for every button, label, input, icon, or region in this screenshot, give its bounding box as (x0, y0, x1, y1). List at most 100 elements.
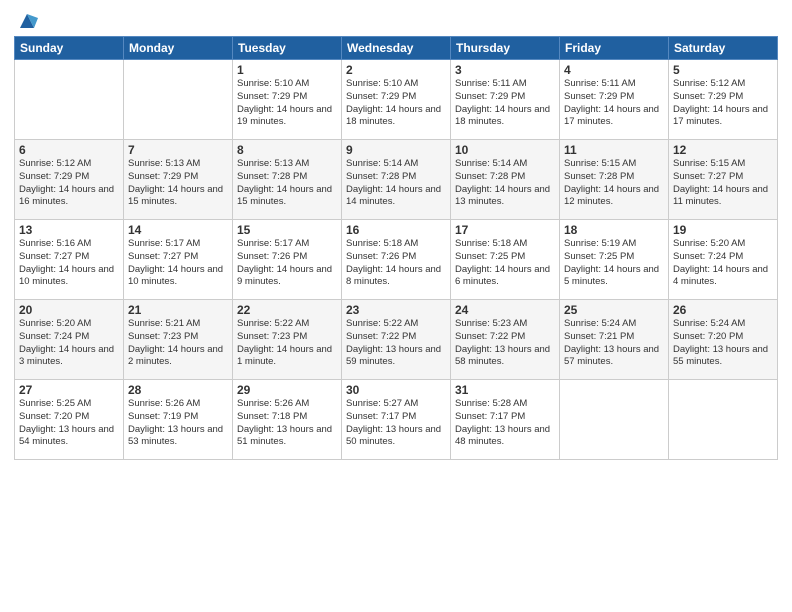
weekday-header-sunday: Sunday (15, 37, 124, 60)
day-number: 4 (564, 63, 664, 77)
day-number: 23 (346, 303, 446, 317)
calendar-week-4: 20Sunrise: 5:20 AM Sunset: 7:24 PM Dayli… (15, 300, 778, 380)
calendar-cell: 20Sunrise: 5:20 AM Sunset: 7:24 PM Dayli… (15, 300, 124, 380)
day-number: 5 (673, 63, 773, 77)
day-number: 21 (128, 303, 228, 317)
day-info: Sunrise: 5:22 AM Sunset: 7:23 PM Dayligh… (237, 318, 337, 369)
calendar-cell: 16Sunrise: 5:18 AM Sunset: 7:26 PM Dayli… (342, 220, 451, 300)
day-number: 6 (19, 143, 119, 157)
day-info: Sunrise: 5:15 AM Sunset: 7:27 PM Dayligh… (673, 158, 773, 209)
day-info: Sunrise: 5:16 AM Sunset: 7:27 PM Dayligh… (19, 238, 119, 289)
calendar-week-5: 27Sunrise: 5:25 AM Sunset: 7:20 PM Dayli… (15, 380, 778, 460)
calendar-cell: 15Sunrise: 5:17 AM Sunset: 7:26 PM Dayli… (233, 220, 342, 300)
day-info: Sunrise: 5:14 AM Sunset: 7:28 PM Dayligh… (346, 158, 446, 209)
day-info: Sunrise: 5:21 AM Sunset: 7:23 PM Dayligh… (128, 318, 228, 369)
weekday-header-monday: Monday (124, 37, 233, 60)
day-info: Sunrise: 5:24 AM Sunset: 7:21 PM Dayligh… (564, 318, 664, 369)
weekday-header-row: SundayMondayTuesdayWednesdayThursdayFrid… (15, 37, 778, 60)
day-number: 8 (237, 143, 337, 157)
logo-block (14, 10, 38, 28)
day-number: 14 (128, 223, 228, 237)
weekday-header-thursday: Thursday (451, 37, 560, 60)
weekday-header-wednesday: Wednesday (342, 37, 451, 60)
calendar-week-3: 13Sunrise: 5:16 AM Sunset: 7:27 PM Dayli… (15, 220, 778, 300)
calendar-cell: 17Sunrise: 5:18 AM Sunset: 7:25 PM Dayli… (451, 220, 560, 300)
calendar-cell: 25Sunrise: 5:24 AM Sunset: 7:21 PM Dayli… (560, 300, 669, 380)
day-number: 11 (564, 143, 664, 157)
calendar-cell: 11Sunrise: 5:15 AM Sunset: 7:28 PM Dayli… (560, 140, 669, 220)
calendar-cell: 2Sunrise: 5:10 AM Sunset: 7:29 PM Daylig… (342, 60, 451, 140)
day-number: 29 (237, 383, 337, 397)
calendar-cell: 12Sunrise: 5:15 AM Sunset: 7:27 PM Dayli… (669, 140, 778, 220)
day-info: Sunrise: 5:20 AM Sunset: 7:24 PM Dayligh… (673, 238, 773, 289)
calendar-cell: 19Sunrise: 5:20 AM Sunset: 7:24 PM Dayli… (669, 220, 778, 300)
calendar-cell: 6Sunrise: 5:12 AM Sunset: 7:29 PM Daylig… (15, 140, 124, 220)
day-info: Sunrise: 5:12 AM Sunset: 7:29 PM Dayligh… (673, 78, 773, 129)
day-number: 31 (455, 383, 555, 397)
day-number: 18 (564, 223, 664, 237)
calendar-cell (560, 380, 669, 460)
calendar-cell: 18Sunrise: 5:19 AM Sunset: 7:25 PM Dayli… (560, 220, 669, 300)
day-info: Sunrise: 5:27 AM Sunset: 7:17 PM Dayligh… (346, 398, 446, 449)
day-number: 20 (19, 303, 119, 317)
day-info: Sunrise: 5:14 AM Sunset: 7:28 PM Dayligh… (455, 158, 555, 209)
day-info: Sunrise: 5:10 AM Sunset: 7:29 PM Dayligh… (237, 78, 337, 129)
day-info: Sunrise: 5:28 AM Sunset: 7:17 PM Dayligh… (455, 398, 555, 449)
day-number: 3 (455, 63, 555, 77)
day-number: 7 (128, 143, 228, 157)
day-info: Sunrise: 5:26 AM Sunset: 7:18 PM Dayligh… (237, 398, 337, 449)
day-info: Sunrise: 5:23 AM Sunset: 7:22 PM Dayligh… (455, 318, 555, 369)
calendar-cell: 9Sunrise: 5:14 AM Sunset: 7:28 PM Daylig… (342, 140, 451, 220)
day-info: Sunrise: 5:20 AM Sunset: 7:24 PM Dayligh… (19, 318, 119, 369)
day-number: 17 (455, 223, 555, 237)
day-info: Sunrise: 5:18 AM Sunset: 7:25 PM Dayligh… (455, 238, 555, 289)
day-info: Sunrise: 5:25 AM Sunset: 7:20 PM Dayligh… (19, 398, 119, 449)
day-info: Sunrise: 5:11 AM Sunset: 7:29 PM Dayligh… (455, 78, 555, 129)
calendar-cell: 8Sunrise: 5:13 AM Sunset: 7:28 PM Daylig… (233, 140, 342, 220)
calendar-cell: 10Sunrise: 5:14 AM Sunset: 7:28 PM Dayli… (451, 140, 560, 220)
calendar-cell: 7Sunrise: 5:13 AM Sunset: 7:29 PM Daylig… (124, 140, 233, 220)
day-number: 27 (19, 383, 119, 397)
calendar-cell: 22Sunrise: 5:22 AM Sunset: 7:23 PM Dayli… (233, 300, 342, 380)
header (14, 10, 778, 28)
calendar-week-2: 6Sunrise: 5:12 AM Sunset: 7:29 PM Daylig… (15, 140, 778, 220)
day-number: 24 (455, 303, 555, 317)
calendar-cell (124, 60, 233, 140)
day-info: Sunrise: 5:18 AM Sunset: 7:26 PM Dayligh… (346, 238, 446, 289)
day-info: Sunrise: 5:19 AM Sunset: 7:25 PM Dayligh… (564, 238, 664, 289)
logo-icon (16, 10, 38, 32)
day-info: Sunrise: 5:12 AM Sunset: 7:29 PM Dayligh… (19, 158, 119, 209)
calendar-cell: 31Sunrise: 5:28 AM Sunset: 7:17 PM Dayli… (451, 380, 560, 460)
day-info: Sunrise: 5:22 AM Sunset: 7:22 PM Dayligh… (346, 318, 446, 369)
calendar-cell: 27Sunrise: 5:25 AM Sunset: 7:20 PM Dayli… (15, 380, 124, 460)
day-number: 10 (455, 143, 555, 157)
calendar-cell: 21Sunrise: 5:21 AM Sunset: 7:23 PM Dayli… (124, 300, 233, 380)
calendar-cell: 23Sunrise: 5:22 AM Sunset: 7:22 PM Dayli… (342, 300, 451, 380)
day-info: Sunrise: 5:10 AM Sunset: 7:29 PM Dayligh… (346, 78, 446, 129)
logo (14, 10, 38, 28)
day-number: 30 (346, 383, 446, 397)
day-info: Sunrise: 5:13 AM Sunset: 7:29 PM Dayligh… (128, 158, 228, 209)
calendar-cell: 1Sunrise: 5:10 AM Sunset: 7:29 PM Daylig… (233, 60, 342, 140)
day-info: Sunrise: 5:24 AM Sunset: 7:20 PM Dayligh… (673, 318, 773, 369)
day-number: 9 (346, 143, 446, 157)
day-info: Sunrise: 5:11 AM Sunset: 7:29 PM Dayligh… (564, 78, 664, 129)
day-info: Sunrise: 5:17 AM Sunset: 7:26 PM Dayligh… (237, 238, 337, 289)
calendar-cell: 3Sunrise: 5:11 AM Sunset: 7:29 PM Daylig… (451, 60, 560, 140)
weekday-header-saturday: Saturday (669, 37, 778, 60)
calendar-cell (669, 380, 778, 460)
day-number: 13 (19, 223, 119, 237)
day-info: Sunrise: 5:13 AM Sunset: 7:28 PM Dayligh… (237, 158, 337, 209)
day-number: 15 (237, 223, 337, 237)
day-number: 28 (128, 383, 228, 397)
calendar-cell: 29Sunrise: 5:26 AM Sunset: 7:18 PM Dayli… (233, 380, 342, 460)
calendar-cell: 28Sunrise: 5:26 AM Sunset: 7:19 PM Dayli… (124, 380, 233, 460)
calendar-cell: 14Sunrise: 5:17 AM Sunset: 7:27 PM Dayli… (124, 220, 233, 300)
day-info: Sunrise: 5:15 AM Sunset: 7:28 PM Dayligh… (564, 158, 664, 209)
day-number: 22 (237, 303, 337, 317)
calendar-cell: 4Sunrise: 5:11 AM Sunset: 7:29 PM Daylig… (560, 60, 669, 140)
day-number: 2 (346, 63, 446, 77)
calendar-cell: 24Sunrise: 5:23 AM Sunset: 7:22 PM Dayli… (451, 300, 560, 380)
calendar-cell: 5Sunrise: 5:12 AM Sunset: 7:29 PM Daylig… (669, 60, 778, 140)
calendar-cell (15, 60, 124, 140)
